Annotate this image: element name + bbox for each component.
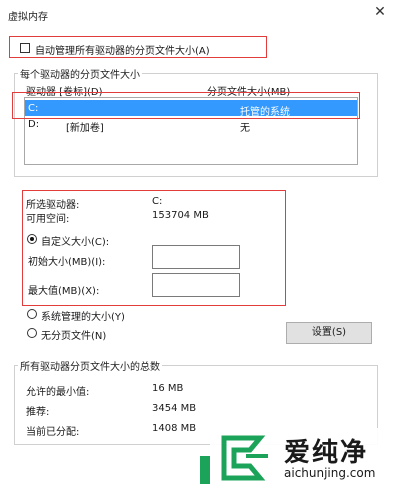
min-value: 16 MB <box>152 383 184 394</box>
drive-row-c-size: 托管的系统 <box>240 107 290 118</box>
window-title: 虚拟内存 <box>8 12 48 23</box>
watermark-logo-icon <box>221 435 268 481</box>
no-paging-label[interactable]: 无分页文件(N) <box>41 327 106 342</box>
drive-row-d-label: [新加卷] <box>66 123 104 134</box>
drive-group-label: 每个驱动器的分页文件大小 <box>18 66 142 81</box>
max-size-label: 最大值(MB)(X): <box>28 286 100 297</box>
free-space-label: 可用空间: <box>26 214 70 225</box>
recommended-label: 推荐: <box>26 407 50 418</box>
initial-size-input[interactable] <box>152 245 240 269</box>
set-button[interactable]: 设置(S) <box>286 322 372 344</box>
close-icon[interactable]: ✕ <box>372 4 388 20</box>
drive-row-d-drive[interactable]: D: <box>28 119 39 130</box>
selected-drive-value: C: <box>152 196 163 207</box>
watermark-url: aichunjing.com <box>284 466 376 480</box>
drive-row-d-size: 无 <box>240 123 250 134</box>
current-value: 1408 MB <box>152 423 197 434</box>
initial-size-label: 初始大小(MB)(I): <box>28 257 106 268</box>
custom-size-radio[interactable] <box>27 234 37 244</box>
auto-manage-label[interactable]: 自动管理所有驱动器的分页文件大小(A) <box>35 42 210 57</box>
custom-size-label[interactable]: 自定义大小(C): <box>41 233 109 248</box>
selected-drive-label: 所选驱动器: <box>26 200 80 211</box>
no-paging-radio[interactable] <box>27 328 37 338</box>
auto-manage-checkbox[interactable] <box>20 43 30 53</box>
recommended-value: 3454 MB <box>152 403 197 414</box>
total-group-label: 所有驱动器分页文件大小的总数 <box>18 358 162 373</box>
watermark-brand: 爱纯净 <box>284 438 369 468</box>
min-label: 允许的最小值: <box>26 387 90 398</box>
system-managed-radio[interactable] <box>27 309 37 319</box>
drive-row-c-drive: C: <box>28 103 39 114</box>
system-managed-label[interactable]: 系统管理的大小(Y) <box>41 308 125 323</box>
max-size-input[interactable] <box>152 273 240 297</box>
watermark-bar <box>200 456 210 484</box>
free-space-value: 153704 MB <box>152 210 209 221</box>
drive-row-c-highlight <box>12 92 360 119</box>
current-label: 当前已分配: <box>26 427 80 438</box>
title-bar <box>0 0 402 28</box>
